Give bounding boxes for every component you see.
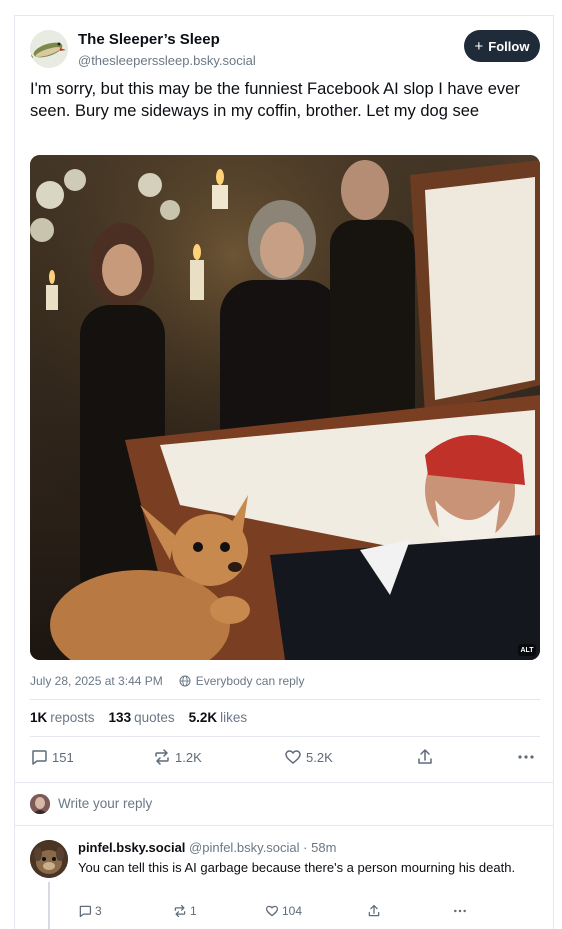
dog-avatar-icon [30,840,68,878]
post-actions: 151 1.2K 5.2K [30,748,540,770]
reply-icon [32,750,47,765]
funeral-scene-image [30,155,540,660]
share-icon [418,749,432,764]
reply-count: 151 [52,749,74,765]
comment-like-count: 104 [282,904,303,918]
post-stats: 1K reposts 133 quotes 5.2K likes [30,710,247,725]
reposts-stat[interactable]: 1K reposts [30,710,95,725]
repost-icon [174,904,186,918]
divider [30,699,540,700]
comment-repost-count: 1 [190,904,197,918]
commenter-handle[interactable]: @pinfel.bsky.social [189,840,300,855]
like-button[interactable]: 5.2K [284,748,333,766]
author-avatar[interactable] [30,30,68,68]
reply-composer[interactable]: Write your reply [14,782,554,826]
comment-share-button[interactable] [367,904,381,918]
author-handle[interactable]: @thesleeperssleep.bsky.social [78,53,256,68]
comment-more-button[interactable] [453,904,467,918]
heart-icon [265,905,279,917]
post-meta: July 28, 2025 at 3:44 PM Everybody can r… [30,674,304,688]
more-options-button[interactable] [517,748,535,766]
comment-item: pinfel.bsky.social @pinfel.bsky.social ·… [14,826,554,929]
follow-label: Follow [488,38,530,54]
more-dots-icon [518,755,534,759]
repost-count: 1.2K [175,749,202,765]
user-avatar-icon [30,794,50,814]
like-count: 5.2K [306,749,333,765]
comment-like-button[interactable]: 104 [265,904,302,918]
globe-icon [179,675,191,687]
reply-button[interactable]: 151 [30,748,74,766]
post-image[interactable]: ALT [30,155,540,660]
divider [30,736,540,737]
comment-text: You can tell this is AI garbage because … [78,860,516,875]
repost-button[interactable]: 1.2K [153,748,202,766]
comment-header: pinfel.bsky.social @pinfel.bsky.social ·… [78,840,336,855]
quotes-stat[interactable]: 133 quotes [109,710,175,725]
heart-icon [285,750,301,764]
share-button[interactable] [416,748,434,766]
comment-actions: 3 1 104 [78,904,478,920]
commenter-name[interactable]: pinfel.bsky.social [78,840,185,855]
reply-setting: Everybody can reply [195,674,305,688]
current-user-avatar [30,794,50,814]
post-card: The Sleeper’s Sleep @thesleeperssleep.bs… [14,15,554,782]
comment-reply-count: 3 [95,904,102,918]
comment-time[interactable]: · 58m [303,840,336,855]
reply-input-placeholder[interactable]: Write your reply [58,796,152,811]
comment-reply-button[interactable]: 3 [78,904,102,918]
follow-button[interactable]: + Follow [464,30,540,62]
post-text: I'm sorry, but this may be the funniest … [30,80,520,120]
commenter-avatar[interactable] [30,840,68,878]
post-timestamp[interactable]: July 28, 2025 at 3:44 PM [30,674,163,688]
more-dots-icon [454,909,466,913]
repost-icon [155,749,169,765]
reply-icon [79,905,92,918]
comment-repost-button[interactable]: 1 [173,904,197,918]
likes-stat[interactable]: 5.2K likes [189,710,248,725]
thread-line [48,882,50,929]
fish-avatar-icon [30,30,68,68]
plus-icon: + [474,37,484,55]
share-icon [368,904,380,917]
alt-text-badge[interactable]: ALT [518,644,536,656]
author-display-name[interactable]: The Sleeper’s Sleep [78,31,220,48]
